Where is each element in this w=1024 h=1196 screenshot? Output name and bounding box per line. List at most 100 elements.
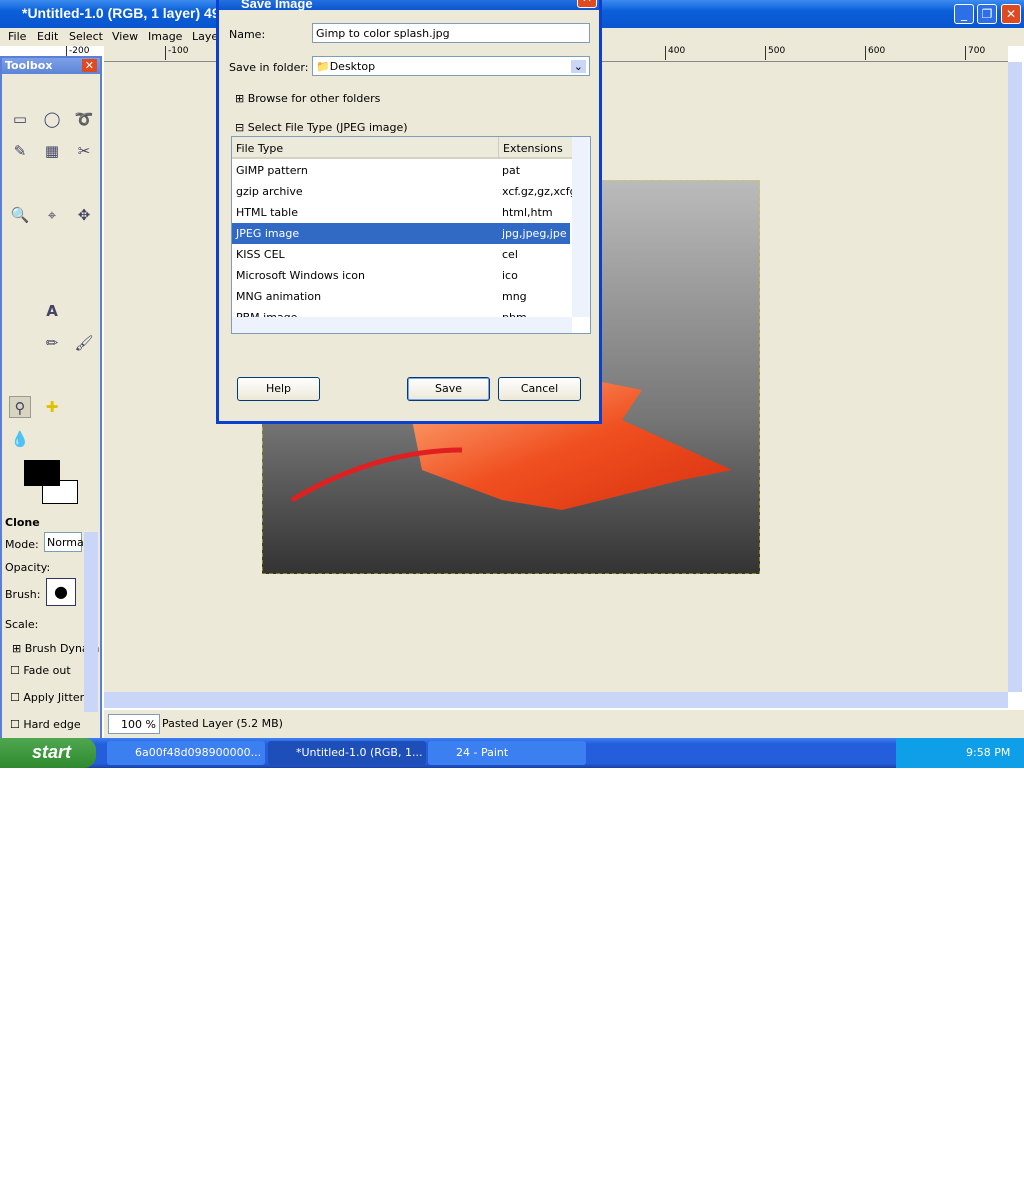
vertical-scrollbar[interactable] — [1008, 62, 1022, 692]
scissors-icon[interactable]: ✂ — [73, 140, 95, 162]
clock: 9:58 PM — [966, 746, 1011, 759]
move-icon[interactable]: ✥ — [73, 204, 95, 226]
menu-layer[interactable]: Laye — [192, 30, 218, 43]
maximize-button[interactable]: ❐ — [977, 4, 997, 24]
zoom-icon[interactable]: 🔍 — [9, 204, 31, 226]
brush-selector[interactable]: ● — [46, 578, 76, 606]
list-item[interactable]: gzip archive xcf.gz,gz,xcfgz — [232, 181, 582, 202]
file-type-cell: GIMP pattern — [236, 164, 308, 177]
cancel-button[interactable]: Cancel — [498, 377, 581, 401]
zoom-select[interactable]: 100 % — [108, 714, 160, 734]
list-hscroll[interactable] — [232, 317, 572, 333]
fade-out-label: Fade out — [23, 664, 71, 677]
measure-icon[interactable]: ⌖ — [41, 204, 63, 226]
heal-icon[interactable]: ✚ — [41, 396, 63, 418]
color-select-icon[interactable]: ▦ — [41, 140, 63, 162]
ruler-label: 700 — [965, 46, 985, 60]
taskbar-item-paint[interactable]: 24 - Paint — [428, 741, 586, 765]
clone-icon[interactable]: ⚲ — [9, 396, 31, 418]
menu-file[interactable]: File — [8, 30, 26, 43]
name-value: Gimp to color splash.jpg — [316, 27, 450, 40]
ruler-label: -100 — [165, 46, 188, 60]
list-item[interactable]: MNG animation mng — [232, 286, 570, 307]
minimize-button[interactable]: _ — [954, 4, 974, 24]
fade-out-checkbox[interactable]: ☐ Fade out — [10, 664, 71, 677]
toolbox-header: Toolbox ✕ — [2, 58, 100, 74]
text-icon[interactable]: A — [41, 300, 63, 322]
blur-icon[interactable]: 💧 — [9, 428, 31, 450]
start-label: start — [32, 742, 72, 762]
browse-expander[interactable]: ⊞ Browse for other folders — [235, 92, 380, 105]
list-header: File Type Extensions — [232, 137, 572, 159]
save-image-dialog: Save Image ✕ Name: Gimp to color splash.… — [216, 0, 602, 424]
extension-cell: html,htm — [502, 206, 553, 219]
help-button[interactable]: Help — [237, 377, 320, 401]
paintbrush-icon[interactable]: 🖌 — [73, 332, 95, 354]
extension-cell: xcf.gz,gz,xcfgz — [502, 185, 583, 198]
cancel-label: Cancel — [520, 382, 559, 395]
extension-cell: ico — [502, 269, 518, 282]
foreground-color[interactable] — [24, 460, 60, 486]
list-item[interactable]: JPEG image jpg,jpeg,jpe — [232, 223, 570, 244]
fuzzy-select-icon[interactable]: ✎ — [9, 140, 31, 162]
rect-select-icon[interactable]: ▭ — [9, 108, 31, 130]
hard-edge-checkbox[interactable]: ☐ Hard edge — [10, 718, 81, 731]
menu-image[interactable]: Image — [148, 30, 182, 43]
list-item[interactable]: Microsoft Windows icon ico — [232, 265, 570, 286]
menu-edit[interactable]: Edit — [37, 30, 58, 43]
file-type-cell: MNG animation — [236, 290, 322, 303]
column-file-type[interactable]: File Type — [236, 142, 283, 155]
apply-jitter-label: Apply Jitter — [23, 691, 85, 704]
menu-view[interactable]: View — [112, 30, 138, 43]
horizontal-scrollbar[interactable] — [104, 692, 1008, 708]
apply-jitter-checkbox[interactable]: ☐ Apply Jitter — [10, 691, 84, 704]
folder-label: Save in folder: — [229, 61, 309, 74]
opacity-label: Opacity: — [5, 561, 51, 574]
ruler-label: 600 — [865, 46, 885, 60]
file-type-label: Select File Type (JPEG image) — [247, 121, 408, 134]
scale-label: Scale: — [5, 618, 39, 631]
extension-cell: mng — [502, 290, 527, 303]
browse-label: Browse for other folders — [247, 92, 381, 105]
name-input[interactable]: Gimp to color splash.jpg — [312, 23, 590, 43]
options-scrollbar[interactable] — [84, 532, 98, 712]
taskbar-item-gimp[interactable]: *Untitled-1.0 (RGB, 1... — [268, 741, 426, 765]
mode-label: Mode: — [5, 538, 39, 551]
statusbar: 100 % Pasted Layer (5.2 MB) — [104, 710, 1024, 738]
file-type-expander[interactable]: ⊟ Select File Type (JPEG image) — [235, 121, 408, 134]
taskbar-item-label: 6a00f48d098900000... — [135, 746, 262, 759]
file-type-cell: JPEG image — [236, 227, 300, 240]
zoom-value: 100 % — [121, 718, 156, 731]
save-button[interactable]: Save — [407, 377, 490, 401]
list-item[interactable]: GIMP pattern pat — [232, 160, 570, 181]
ruler-label: 400 — [665, 46, 685, 60]
extension-cell: cel — [502, 248, 518, 261]
start-button[interactable]: start — [0, 738, 96, 768]
close-button[interactable]: ✕ — [1001, 4, 1021, 24]
save-label: Save — [434, 382, 462, 395]
list-vscroll[interactable] — [572, 137, 590, 317]
toolbox-close-icon[interactable]: ✕ — [81, 59, 97, 72]
taskbar-item-label: 24 - Paint — [456, 746, 509, 759]
file-type-list[interactable]: File Type Extensions GIMP pattern pat gzip… — [231, 136, 591, 334]
toolbox-title: Toolbox — [5, 59, 53, 72]
toolbox: Toolbox ✕ ▭ ◯ ➰ ✎ ▦ ✂ 🔍 ⌖ ✥ A ✏ 🖌 ⚲ ✚ 💧 C… — [0, 56, 102, 740]
menu-select[interactable]: Select — [69, 30, 103, 43]
taskbar-item-label: *Untitled-1.0 (RGB, 1... — [296, 746, 423, 759]
extension-cell: jpg,jpeg,jpe — [502, 227, 567, 240]
lasso-icon[interactable]: ➰ — [73, 108, 95, 130]
list-item[interactable]: KISS CEL cel — [232, 244, 570, 265]
window-title: *Untitled-1.0 (RGB, 1 layer) 49 — [22, 5, 220, 21]
mode-select[interactable]: Normal — [44, 532, 87, 552]
file-type-cell: gzip archive — [236, 185, 303, 198]
file-type-cell: HTML table — [236, 206, 298, 219]
dialog-close-button[interactable]: ✕ — [577, 0, 597, 8]
taskbar-item-chrome[interactable]: 6a00f48d098900000... — [107, 741, 265, 765]
folder-select[interactable]: 📁Desktop ⌄ — [312, 56, 590, 76]
pencil-icon[interactable]: ✏ — [41, 332, 63, 354]
dialog-title: Save Image — [241, 0, 313, 11]
hard-edge-label: Hard edge — [23, 718, 81, 731]
ellipse-select-icon[interactable]: ◯ — [41, 108, 63, 130]
list-item[interactable]: HTML table html,htm — [232, 202, 570, 223]
column-extensions[interactable]: Extensions — [498, 137, 567, 159]
